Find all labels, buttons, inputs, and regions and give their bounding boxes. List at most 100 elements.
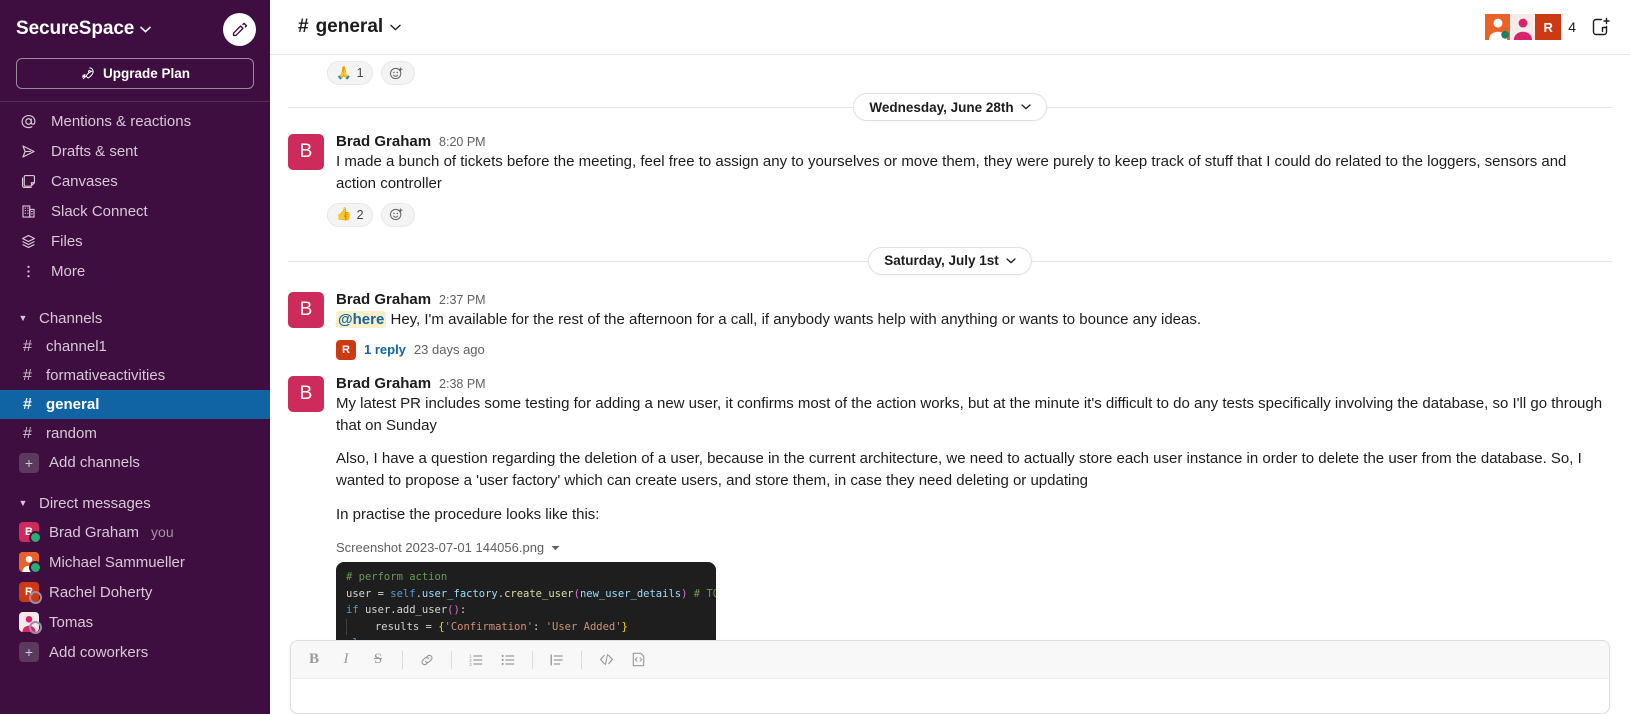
link-button[interactable]: [412, 646, 442, 674]
here-mention[interactable]: @here: [336, 310, 387, 328]
add-channels-button[interactable]: + Add channels: [0, 448, 270, 477]
message-timestamp[interactable]: 8:20 PM: [439, 135, 486, 149]
sidebar-item-files[interactable]: Files: [0, 226, 270, 256]
message-author[interactable]: Brad Graham: [336, 133, 431, 150]
dm-label: Brad Graham: [49, 523, 140, 541]
channel-title-button[interactable]: # general: [298, 16, 401, 38]
attachment-filename-label: Screenshot 2023-07-01 144056.png: [336, 540, 545, 556]
presence-indicator-away: [29, 591, 42, 604]
sidebar-item-label: More: [51, 262, 86, 280]
code-button[interactable]: [591, 646, 621, 674]
add-reaction-button[interactable]: [380, 61, 415, 85]
avatar: [1485, 14, 1512, 40]
avatar: [19, 612, 42, 634]
strikethrough-icon: S: [373, 651, 383, 667]
avatar[interactable]: B: [288, 375, 324, 412]
channels-section-header[interactable]: ▼ Channels: [0, 304, 270, 332]
thumbsup-emoji: 👍: [336, 207, 352, 222]
hash-icon: #: [23, 424, 32, 442]
add-channels-label: Add channels: [49, 454, 140, 471]
presence-indicator-online: [29, 561, 42, 574]
sidebar-dm-tomas[interactable]: Tomas: [0, 607, 270, 637]
hash-icon: #: [298, 16, 309, 37]
chevron-down-icon[interactable]: [551, 545, 560, 551]
chevron-down-icon: [1020, 104, 1031, 110]
code-block-icon: [630, 651, 647, 668]
message-text: I made a bunch of tickets before the mee…: [336, 153, 1567, 192]
message-timestamp[interactable]: 2:38 PM: [439, 377, 486, 391]
chevron-down-icon: [390, 24, 401, 31]
slack-app-window: SecureSpace Upgrade Plan Mentions & reac…: [0, 0, 1630, 714]
code-line: user = self.user_factory.create_user(new…: [346, 587, 716, 600]
canvas-icon: [19, 173, 38, 190]
attachment-filename[interactable]: Screenshot 2023-07-01 144056.png: [336, 540, 1610, 555]
message-author[interactable]: Brad Graham: [336, 375, 431, 392]
workspace-header: SecureSpace: [0, 0, 270, 58]
message-input[interactable]: [291, 679, 1609, 713]
sidebar-channel-formativeactivities[interactable]: # formativeactivities: [0, 361, 270, 390]
message-author[interactable]: Brad Graham: [336, 291, 431, 308]
bulleted-list-button[interactable]: [493, 646, 523, 674]
chevron-down-icon: [1006, 258, 1016, 264]
sidebar-item-label: Slack Connect: [51, 202, 148, 220]
sidebar-channel-general[interactable]: # general: [0, 390, 270, 419]
avatar: B: [19, 522, 42, 544]
channel-topbar: # general R 4: [270, 0, 1630, 55]
upgrade-plan-label: Upgrade Plan: [102, 66, 191, 81]
ordered-list-button[interactable]: 123: [461, 646, 491, 674]
sidebar-item-drafts[interactable]: Drafts & sent: [0, 136, 270, 166]
message-body: Brad Graham 2:37 PM @here Hey, I'm avail…: [336, 291, 1610, 363]
message-paragraph: In practise the procedure looks like thi…: [336, 506, 600, 524]
date-pill-button[interactable]: Wednesday, June 28th: [853, 93, 1047, 121]
bold-button[interactable]: B: [299, 646, 329, 674]
code-line: if user.add_user():: [346, 604, 467, 617]
add-canvas-icon[interactable]: [1590, 16, 1612, 38]
add-coworkers-label: Add coworkers: [49, 643, 149, 661]
page-title: general: [315, 16, 384, 37]
avatar[interactable]: B: [288, 291, 324, 328]
upgrade-plan-button[interactable]: Upgrade Plan: [16, 58, 254, 89]
code-screenshot-attachment[interactable]: # perform action user = self.user_factor…: [336, 562, 716, 640]
sidebar-item-canvases[interactable]: Canvases: [0, 166, 270, 196]
thread-last-reply-time: 23 days ago: [413, 342, 485, 358]
code-block-button[interactable]: [623, 646, 653, 674]
add-coworkers-button[interactable]: + Add coworkers: [0, 637, 270, 667]
sidebar-item-mentions[interactable]: Mentions & reactions: [0, 106, 270, 136]
workspace-name: SecureSpace: [16, 18, 135, 39]
strikethrough-button[interactable]: S: [363, 646, 393, 674]
sidebar-dm-rachel-doherty[interactable]: R Rachel Doherty: [0, 577, 270, 607]
sidebar-dm-brad-graham[interactable]: B Brad Graham you: [0, 517, 270, 547]
sidebar-item-slack-connect[interactable]: Slack Connect: [0, 196, 270, 226]
sidebar-channel-random[interactable]: # random: [0, 419, 270, 448]
main-content: # general R 4 🙏 1 Wednesday, June 28th B…: [270, 0, 1630, 714]
member-count: 4: [1568, 19, 1576, 35]
sidebar-nav: Mentions & reactions Drafts & sent Canva…: [0, 102, 270, 292]
message-list[interactable]: 🙏 1 Wednesday, June 28th B Brad Graham 8…: [270, 55, 1630, 640]
reaction-pray[interactable]: 🙏 1: [327, 61, 373, 85]
dm-section-header[interactable]: ▼ Direct messages: [0, 489, 270, 517]
avatar[interactable]: B: [288, 134, 324, 170]
plus-icon: +: [19, 452, 39, 473]
workspace-switcher[interactable]: SecureSpace: [16, 18, 152, 40]
sidebar-channel-channel1[interactable]: # channel1: [0, 332, 270, 361]
add-reaction-button[interactable]: [380, 202, 415, 227]
date-pill-button[interactable]: Saturday, July 1st: [868, 246, 1032, 275]
sidebar-item-more[interactable]: More: [0, 256, 270, 286]
chevron-down-icon: [140, 26, 152, 33]
dm-label: Rachel Doherty: [49, 583, 153, 601]
message-body: Brad Graham 2:38 PM My latest PR include…: [336, 375, 1610, 640]
reaction-thumbsup[interactable]: 👍 2: [327, 202, 373, 227]
blockquote-button[interactable]: [542, 646, 572, 674]
hash-icon: #: [23, 366, 32, 384]
members-button[interactable]: R 4: [1485, 14, 1576, 40]
message-timestamp[interactable]: 2:37 PM: [439, 293, 486, 307]
compose-button[interactable]: [223, 12, 256, 46]
message-header: Brad Graham 2:38 PM: [336, 375, 1610, 392]
sidebar-item-label: Drafts & sent: [51, 142, 138, 160]
topbar-actions: R 4: [1485, 14, 1612, 40]
formatting-toolbar: B I S 1 2 3: [291, 641, 1609, 679]
italic-button[interactable]: I: [331, 646, 361, 674]
sidebar-dm-michael-sammueller[interactable]: Michael Sammueller: [0, 547, 270, 577]
thread-reply-link[interactable]: R 1 reply 23 days ago: [336, 337, 493, 363]
